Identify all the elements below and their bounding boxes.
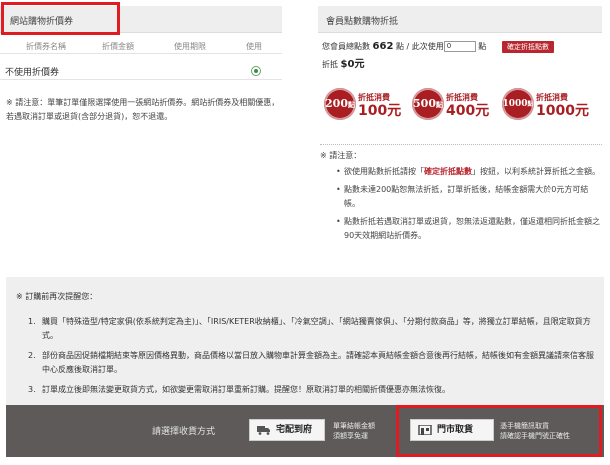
no-coupon-label: 不使用折價券 [5,68,60,78]
coupon-panel: 網站購物折價券 折價券名稱 折價金額 使用期限 使用 不使用折價券 ※ 請注意：… [0,0,282,260]
total-points-value: 662 [372,41,394,52]
points-note-item: 欲使用點數折抵請按「確定折抵點數」按鈕，以利系統計算折抵之金額。 [336,165,602,179]
reminder-item: 3. 訂單成立後即無法變更取貨方式，如欲變更需取消訂單重新訂購。提醒您！原取消訂單… [28,385,450,394]
reminder-title: ※ 訂購前再次提醒您： [16,292,98,301]
total-points-label: 您會員總點數 [322,42,370,51]
offer-points-badge: 1000點 [502,88,534,120]
coupon-table-header: 折價券名稱 折價金額 使用期限 使用 [0,40,282,54]
points-panel-header: 會員點數購物折抵 [318,6,602,33]
points-note-item: 點數折抵若遇取消訂單或退貨，恕無法返還點數，僅返還相同折抵金額之90天效期網站折… [336,215,602,243]
deduct-label: 折抵 [322,60,338,69]
coupon-note: ※ 請注意：單筆訂單僅限選擇使用一張網站折價券。網站折價券及相關優惠，若遇取消訂… [6,98,280,121]
offer-text: 折抵消費 100元 [358,93,402,119]
truck-icon [257,426,270,435]
points-panel-title: 會員點數購物折抵 [326,17,399,27]
home-delivery-label: 宅配到府 [276,425,313,435]
no-coupon-radio[interactable] [251,66,261,76]
offer-points-badge: 200點 [324,88,356,120]
points-unit-label: 點 / 此次使用 [395,42,444,51]
points-note-title: ※ 請注意： [320,151,362,160]
offer-points-badge: 500點 [412,88,444,120]
offer-text: 折抵消費 400元 [446,93,490,119]
highlight-box-store-pickup [396,405,602,457]
points-unit-label-2: 點 [478,42,487,51]
home-delivery-desc: 單筆結帳金額 須額享免運 [333,422,375,440]
reminder-item: 1. 購買「特殊造型/特定家俱(依系統判定為主)」、「IRIS/KETER收納櫃」… [28,317,591,340]
points-note-item: 點數未達200點恕無法折抵，訂單折抵後，結帳金額需大於0元方可結帳。 [336,183,602,211]
reminder-list: 1. 購買「特殊造型/特定家俱(依系統判定為主)」、「IRIS/KETER收納櫃」… [28,315,596,403]
deduct-line: 折抵 $0元 [322,55,364,70]
no-coupon-row[interactable]: 不使用折價券 [0,62,282,80]
reminder-item: 2. 部份商品因促銷檔期結束等原因價格異動，商品價格以當日放入購物車計算金額為主。… [28,351,594,374]
highlight-box-coupon [1,2,120,35]
points-use-input[interactable]: 0 [443,41,476,52]
deduct-amount: $0元 [340,59,365,70]
points-usage-line: 您會員總點數 662 點 / 此次使用 0 點 [322,41,486,52]
offer-text: 折抵消費 1000元 [536,93,589,119]
order-reminder-box: ※ 訂購前再次提醒您： 1. 購買「特殊造型/特定家俱(依系統判定為主)」、「IR… [6,277,604,405]
col-expiry: 使用期限 [174,42,206,51]
col-discount-amount: 折價金額 [102,42,134,51]
points-note: ※ 請注意： 欲使用點數折抵請按「確定折抵點數」按鈕，以利系統計算折抵之金額。 … [320,144,602,247]
delivery-prompt: 請選擇收貨方式 [152,427,216,437]
col-coupon-name: 折價券名稱 [26,42,66,51]
col-use: 使用 [246,42,262,51]
home-delivery-button[interactable]: 宅配到府 [249,419,325,441]
confirm-points-button[interactable]: 確定折抵點數 [502,41,554,53]
